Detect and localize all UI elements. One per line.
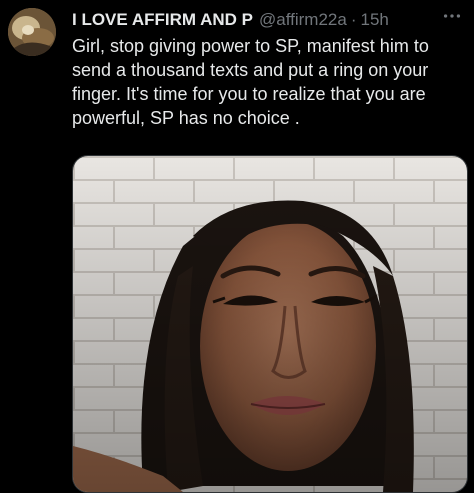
more-button[interactable]: [438, 4, 466, 28]
avatar[interactable]: [8, 8, 56, 56]
tweet-text: Girl, stop giving power to SP, manifest …: [72, 36, 429, 128]
tweet-media[interactable]: [72, 155, 468, 493]
user-handle[interactable]: @affirm22a: [259, 9, 347, 31]
avatar-image: [8, 8, 56, 56]
photo-image: [73, 156, 467, 492]
timestamp[interactable]: 15h: [361, 9, 389, 31]
tweet[interactable]: I LOVE AFFIRM AND P @affirm22a · 15h Gir…: [0, 0, 474, 493]
separator-dot: ·: [350, 10, 357, 29]
display-name[interactable]: I LOVE AFFIRM AND P: [72, 9, 253, 31]
more-horizontal-icon: [443, 14, 461, 18]
tweet-header: I LOVE AFFIRM AND P @affirm22a · 15h: [72, 8, 468, 32]
